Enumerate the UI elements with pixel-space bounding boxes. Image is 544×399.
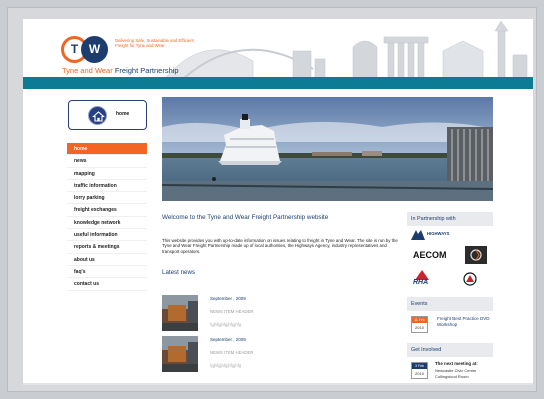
site-logo[interactable]: T W Delivering Safe, Sustainable and Eff…	[61, 36, 194, 78]
meeting-place-2: Collingwood Room	[435, 374, 469, 379]
nav-item[interactable]: faq's	[67, 266, 147, 279]
rha-logo[interactable]: RHA	[413, 270, 443, 290]
header-band	[23, 77, 533, 89]
aecom-logo[interactable]: AECOM	[411, 250, 451, 262]
nav-item[interactable]: reports & meetings	[67, 241, 147, 254]
news-body: fgjhfgjhfgjhfgjhfg	[210, 322, 242, 327]
news-date: September , 2009	[210, 337, 246, 342]
news-thumbnail	[162, 295, 198, 331]
events-heading: Events	[407, 297, 493, 311]
web-page: T W Delivering Safe, Sustainable and Eff…	[23, 19, 533, 385]
nav-item[interactable]: contact us	[67, 278, 147, 291]
event-item[interactable]: 11 Feb 2010 Freight Best Practice DVD Wo…	[407, 314, 493, 336]
news-item[interactable]: September , 2009 NEWS ITEM HEADER fgjhfg…	[162, 336, 392, 372]
meeting-place-1: Newcastle Civic Centre	[435, 368, 477, 373]
ferry-harbour-photo	[162, 97, 493, 201]
site-brand-name: Tyne and Wear Freight Partnership	[62, 66, 179, 75]
event-date-year: 2010	[415, 325, 424, 330]
nav-item[interactable]: knowledge network	[67, 217, 147, 230]
site-header: T W Delivering Safe, Sustainable and Eff…	[23, 19, 533, 89]
home-button-label: home	[116, 111, 130, 117]
news-header[interactable]: NEWS ITEM HEADER	[210, 350, 253, 355]
calendar-icon: 11 Feb 2010	[411, 316, 428, 333]
nav-item[interactable]: freight exchanges	[67, 204, 147, 217]
partner-logo-dark[interactable]	[465, 246, 487, 264]
partnership-heading: In Partnership with	[407, 212, 493, 226]
main-navigation: home news mapping traffic information lorry …	[67, 143, 147, 291]
aecom-logo-text: AECOM	[413, 250, 447, 260]
meeting-date-year: 2010	[415, 371, 424, 376]
highways-logo-text: HIGHWAYS	[427, 231, 450, 236]
news-item[interactable]: September , 2009 NEWS ITEM HEADER fgjhfg…	[162, 295, 392, 331]
page-footer	[23, 383, 533, 385]
calendar-icon: 3 Feb 2010	[411, 362, 428, 379]
highways-agency-logo[interactable]: HIGHWAYS	[411, 229, 461, 241]
latest-news-heading: Latest news	[162, 269, 196, 276]
nav-item[interactable]: traffic information	[67, 180, 147, 193]
nav-item[interactable]: useful information	[67, 229, 147, 242]
partner-logo-triangle[interactable]	[463, 272, 477, 286]
news-thumbnail	[162, 336, 198, 372]
rha-logo-text: RHA	[413, 279, 429, 286]
nav-item[interactable]: lorry parking	[67, 192, 147, 205]
intro-paragraph: This website provides you with up-to-dat…	[162, 238, 398, 254]
welcome-heading: Welcome to the Tyne and Wear Freight Par…	[162, 214, 329, 221]
nav-item[interactable]: news	[67, 155, 147, 168]
brand-part-1: Tyne and Wear	[62, 66, 115, 75]
nav-item[interactable]: about us	[67, 254, 147, 266]
meeting-title: The next meeting at:	[435, 361, 478, 366]
logo-w-circle: W	[81, 36, 108, 63]
nav-item[interactable]: mapping	[67, 168, 147, 180]
meeting-item[interactable]: 3 Feb 2010 The next meeting at: Newcastl…	[407, 360, 493, 384]
right-sidebar: In Partnership with HIGHWAYS AECOM RHA E…	[407, 212, 493, 385]
event-text[interactable]: Freight Best Practice DVD Workshop	[437, 316, 491, 328]
get-involved-heading: Get Involved	[407, 343, 493, 357]
house-icon	[88, 106, 107, 125]
nav-item[interactable]: home	[67, 143, 147, 156]
home-button[interactable]: home	[68, 100, 147, 130]
left-column: home home news mapping traffic information l…	[61, 90, 153, 385]
news-header[interactable]: NEWS ITEM HEADER	[210, 309, 253, 314]
site-tagline: Delivering Safe, Sustainable and Efficie…	[115, 38, 194, 48]
news-date: September , 2009	[210, 296, 246, 301]
news-body: fgjhfgjhfgjhfgjhfg	[210, 363, 242, 368]
brand-part-2: Freight Partnership	[114, 66, 179, 75]
